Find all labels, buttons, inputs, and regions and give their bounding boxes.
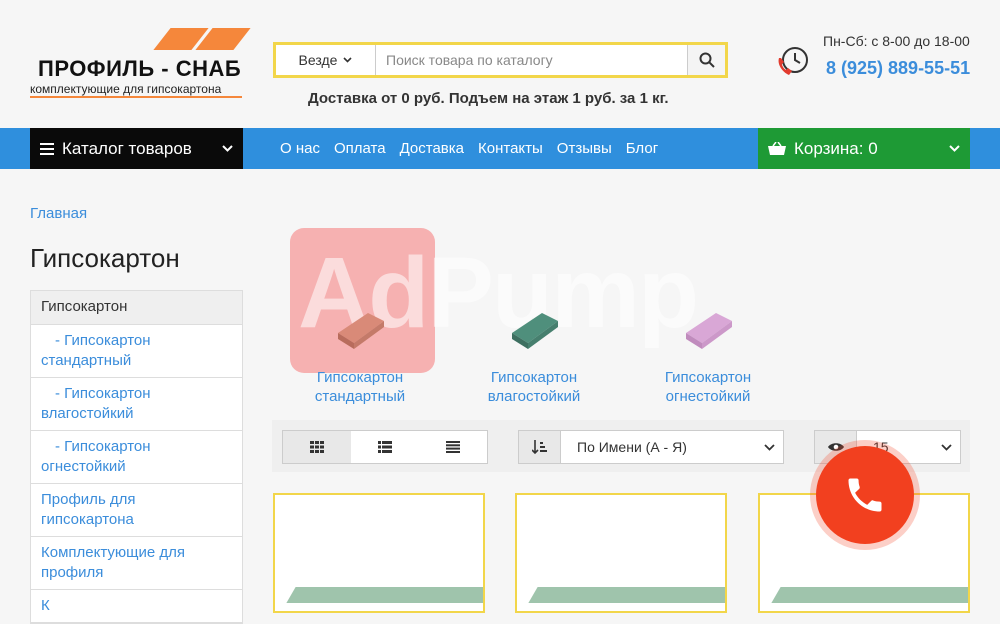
sidebar-item-fire-resistant[interactable]: - Гипсокартон огнестойкий — [31, 431, 242, 484]
product-image — [771, 587, 968, 603]
delivery-info: Доставка от 0 руб. Подъем на этаж 1 руб.… — [308, 90, 669, 107]
search-input[interactable] — [376, 45, 687, 75]
phone-number[interactable]: 8 (925) 889-55-51 — [826, 58, 970, 79]
nav-link-reviews[interactable]: Отзывы — [557, 140, 612, 157]
nav-link-payment[interactable]: Оплата — [334, 140, 386, 157]
catalog-label: Каталог товаров — [62, 138, 192, 158]
view-compact-button[interactable] — [419, 431, 487, 463]
nav-link-contacts[interactable]: Контакты — [478, 140, 543, 157]
cart-label: Корзина: 0 — [794, 138, 878, 158]
nav-link-about[interactable]: О нас — [280, 140, 320, 157]
compact-list-icon — [446, 441, 460, 453]
list-icon — [378, 441, 392, 453]
drywall-moisture-image — [512, 313, 558, 349]
search-button[interactable] — [687, 45, 725, 75]
view-grid-button[interactable] — [283, 431, 351, 463]
subcategory-grid: Гипсокартон стандартный Гипсокартон влаг… — [290, 285, 770, 405]
callback-button[interactable] — [816, 446, 914, 544]
product-card[interactable] — [515, 493, 727, 613]
sort-value: По Имени (А - Я) — [577, 439, 687, 455]
nav-links: О нас Оплата Доставка Контакты Отзывы Бл… — [280, 128, 658, 169]
search-bar: Везде — [273, 42, 728, 78]
search-icon — [699, 52, 715, 68]
sidebar-header[interactable]: Гипсокартон — [31, 291, 242, 325]
search-scope-label: Везде — [298, 52, 338, 68]
view-mode-group — [282, 430, 488, 464]
menu-icon — [40, 142, 54, 155]
sidebar-item-profile[interactable]: Профиль для гипсокартона — [31, 484, 242, 537]
subcategory-label: Гипсокартон стандартный — [314, 369, 406, 405]
product-card[interactable] — [273, 493, 485, 613]
subcategory-label: Гипсокартон влагостойкий — [487, 369, 581, 405]
sidebar-item-moisture-resistant[interactable]: - Гипсокартон влагостойкий — [31, 378, 242, 431]
sidebar-item-standard[interactable]: - Гипсокартон стандартный — [31, 325, 242, 378]
chevron-down-icon — [764, 443, 775, 451]
sidebar-item-more[interactable]: К — [31, 590, 242, 623]
phone-icon — [848, 478, 882, 512]
product-image — [528, 587, 725, 603]
sort-group: По Имени (А - Я) — [518, 430, 784, 464]
drywall-standard-image — [338, 313, 384, 349]
header: ПРОФИЛЬ - СНАБ комплектующие для гипсока… — [0, 0, 1000, 128]
sidebar-menu: Гипсокартон - Гипсокартон стандартный - … — [30, 290, 243, 624]
logo-subtitle: комплектующие для гипсокартона — [30, 82, 222, 96]
subcategory-moisture-resistant[interactable]: Гипсокартон влагостойкий — [464, 285, 604, 406]
product-image — [286, 587, 483, 603]
sidebar-item-accessories[interactable]: Комплектующие для профиля — [31, 537, 242, 590]
chevron-down-icon — [941, 443, 952, 451]
chevron-down-icon — [222, 145, 233, 152]
nav-link-blog[interactable]: Блог — [626, 140, 658, 157]
grid-icon — [310, 441, 324, 453]
nav-link-delivery[interactable]: Доставка — [400, 140, 464, 157]
subcategory-standard[interactable]: Гипсокартон стандартный — [290, 285, 430, 406]
work-hours: Пн-Сб: с 8-00 до 18-00 — [823, 33, 970, 49]
clock-phone-icon — [778, 47, 808, 75]
drywall-fire-image — [686, 313, 732, 349]
breadcrumb-home[interactable]: Главная — [30, 205, 87, 222]
logo[interactable]: ПРОФИЛЬ - СНАБ комплектующие для гипсока… — [28, 26, 251, 100]
page-title: Гипсокартон — [30, 243, 180, 273]
view-list-button[interactable] — [351, 431, 419, 463]
subcategory-fire-resistant[interactable]: Гипсокартон огнестойкий — [638, 285, 778, 406]
search-scope-select[interactable]: Везде — [276, 45, 376, 75]
sort-icon — [519, 431, 561, 463]
chevron-down-icon — [949, 145, 960, 152]
subcategory-label: Гипсокартон огнестойкий — [664, 369, 752, 405]
logo-underline — [30, 96, 242, 98]
main-nav: Каталог товаров О нас Оплата Доставка Ко… — [0, 128, 1000, 169]
sort-select[interactable]: По Имени (А - Я) — [561, 431, 783, 463]
chevron-down-icon — [343, 57, 353, 63]
cart-button[interactable]: Корзина: 0 — [758, 128, 970, 169]
catalog-menu-button[interactable]: Каталог товаров — [30, 128, 243, 169]
cart-icon — [768, 141, 786, 155]
logo-title: ПРОФИЛЬ - СНАБ — [38, 56, 242, 81]
